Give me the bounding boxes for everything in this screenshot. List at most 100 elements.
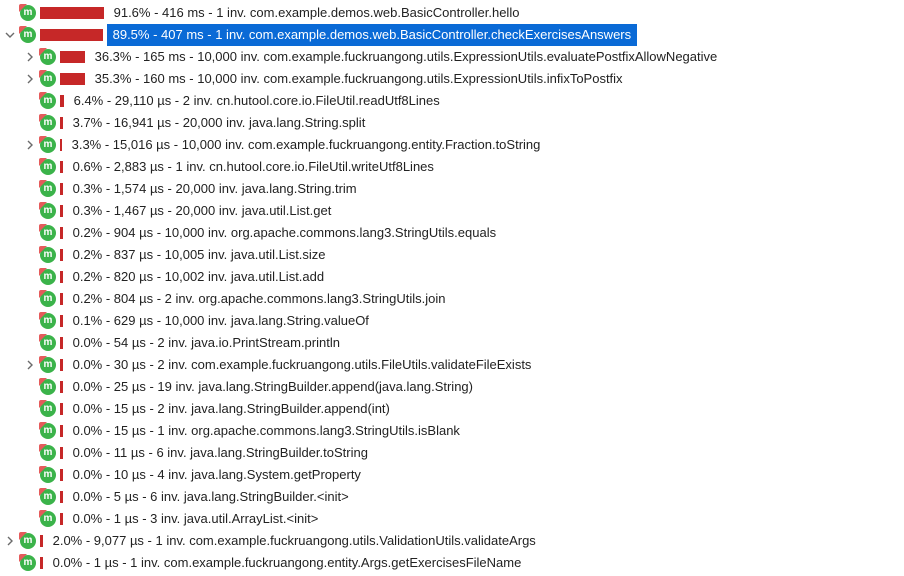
method-badge-icon: m <box>40 137 56 153</box>
time-bar <box>60 51 85 63</box>
method-badge-icon: m <box>40 357 56 373</box>
indent-spacer <box>0 442 20 464</box>
arrow-placeholder <box>20 464 40 486</box>
tree-row[interactable]: m 0.0% - 10 µs - 4 inv. java.lang.System… <box>0 464 904 486</box>
method-badge-icon: m <box>40 401 56 417</box>
time-bar <box>60 183 63 195</box>
arrow-placeholder <box>20 486 40 508</box>
tree-row[interactable]: m 0.0% - 5 µs - 6 inv. java.lang.StringB… <box>0 486 904 508</box>
indent-spacer <box>0 200 20 222</box>
arrow-placeholder <box>20 398 40 420</box>
method-badge-icon: m <box>40 291 56 307</box>
tree-row[interactable]: m 0.0% - 15 µs - 2 inv. java.lang.String… <box>0 398 904 420</box>
row-label: 0.6% - 2,883 µs - 1 inv. cn.hutool.core.… <box>67 156 440 178</box>
method-badge-icon: m <box>40 71 56 87</box>
row-label: 0.3% - 1,467 µs - 20,000 inv. java.util.… <box>67 200 337 222</box>
collapse-arrow-icon[interactable] <box>0 24 20 46</box>
method-badge-icon: m <box>40 313 56 329</box>
row-label: 0.0% - 1 µs - 1 inv. com.example.fuckrua… <box>47 552 527 574</box>
tree-row[interactable]: m 0.2% - 820 µs - 10,002 inv. java.util.… <box>0 266 904 288</box>
expand-arrow-icon[interactable] <box>20 68 40 90</box>
method-badge-icon: m <box>40 489 56 505</box>
time-bar <box>60 95 64 107</box>
arrow-placeholder <box>20 288 40 310</box>
method-badge-icon: m <box>40 335 56 351</box>
row-label: 3.7% - 16,941 µs - 20,000 inv. java.lang… <box>67 112 371 134</box>
tree-row[interactable]: m 36.3% - 165 ms - 10,000 inv. com.examp… <box>0 46 904 68</box>
time-bar <box>40 535 43 547</box>
indent-spacer <box>0 288 20 310</box>
row-label: 0.0% - 10 µs - 4 inv. java.lang.System.g… <box>67 464 367 486</box>
arrow-placeholder <box>20 178 40 200</box>
time-bar <box>60 513 63 525</box>
tree-row[interactable]: m 0.0% - 25 µs - 19 inv. java.lang.Strin… <box>0 376 904 398</box>
tree-row[interactable]: m 3.7% - 16,941 µs - 20,000 inv. java.la… <box>0 112 904 134</box>
row-label: 0.2% - 904 µs - 10,000 inv. org.apache.c… <box>67 222 502 244</box>
indent-spacer <box>0 354 20 376</box>
arrow-placeholder <box>0 2 20 24</box>
time-bar <box>60 293 63 305</box>
arrow-placeholder <box>20 156 40 178</box>
indent-spacer <box>0 376 20 398</box>
tree-row[interactable]: m 0.2% - 904 µs - 10,000 inv. org.apache… <box>0 222 904 244</box>
profiler-tree[interactable]: m 91.6% - 416 ms - 1 inv. com.example.de… <box>0 2 904 574</box>
row-label: 91.6% - 416 ms - 1 inv. com.example.demo… <box>108 2 525 24</box>
time-bar <box>60 359 63 371</box>
tree-row[interactable]: m 0.0% - 30 µs - 2 inv. com.example.fuck… <box>0 354 904 376</box>
indent-spacer <box>0 244 20 266</box>
method-badge-icon: m <box>40 423 56 439</box>
method-badge-icon: m <box>40 379 56 395</box>
tree-row[interactable]: m 0.0% - 1 µs - 1 inv. com.example.fuckr… <box>0 552 904 574</box>
time-bar <box>60 491 63 503</box>
tree-row[interactable]: m 0.6% - 2,883 µs - 1 inv. cn.hutool.cor… <box>0 156 904 178</box>
time-bar <box>60 73 85 85</box>
time-bar <box>60 447 63 459</box>
indent-spacer <box>0 90 20 112</box>
expand-arrow-icon[interactable] <box>20 134 40 156</box>
arrow-placeholder <box>20 376 40 398</box>
tree-row[interactable]: m 0.3% - 1,574 µs - 20,000 inv. java.lan… <box>0 178 904 200</box>
time-bar <box>40 7 104 19</box>
row-label: 0.0% - 11 µs - 6 inv. java.lang.StringBu… <box>67 442 374 464</box>
expand-arrow-icon[interactable] <box>20 354 40 376</box>
indent-spacer <box>0 222 20 244</box>
arrow-placeholder <box>20 332 40 354</box>
tree-row[interactable]: m 0.1% - 629 µs - 10,000 inv. java.lang.… <box>0 310 904 332</box>
method-badge-icon: m <box>20 5 36 21</box>
arrow-placeholder <box>20 442 40 464</box>
tree-row[interactable]: m 35.3% - 160 ms - 10,000 inv. com.examp… <box>0 68 904 90</box>
tree-row[interactable]: m 0.0% - 1 µs - 3 inv. java.util.ArrayLi… <box>0 508 904 530</box>
row-label: 0.0% - 25 µs - 19 inv. java.lang.StringB… <box>67 376 479 398</box>
tree-row[interactable]: m 0.2% - 804 µs - 2 inv. org.apache.comm… <box>0 288 904 310</box>
tree-row[interactable]: m 3.3% - 15,016 µs - 10,000 inv. com.exa… <box>0 134 904 156</box>
arrow-placeholder <box>20 222 40 244</box>
time-bar <box>40 557 43 569</box>
time-bar <box>60 249 63 261</box>
method-badge-icon: m <box>40 93 56 109</box>
tree-row[interactable]: m 0.0% - 54 µs - 2 inv. java.io.PrintStr… <box>0 332 904 354</box>
method-badge-icon: m <box>40 203 56 219</box>
expand-arrow-icon[interactable] <box>20 46 40 68</box>
indent-spacer <box>0 178 20 200</box>
tree-row[interactable]: m 6.4% - 29,110 µs - 2 inv. cn.hutool.co… <box>0 90 904 112</box>
row-label: 0.2% - 804 µs - 2 inv. org.apache.common… <box>67 288 451 310</box>
indent-spacer <box>0 156 20 178</box>
expand-arrow-icon[interactable] <box>0 530 20 552</box>
time-bar <box>60 315 63 327</box>
tree-row[interactable]: m 2.0% - 9,077 µs - 1 inv. com.example.f… <box>0 530 904 552</box>
indent-spacer <box>0 486 20 508</box>
tree-row[interactable]: m 91.6% - 416 ms - 1 inv. com.example.de… <box>0 2 904 24</box>
time-bar <box>60 205 63 217</box>
indent-spacer <box>0 332 20 354</box>
tree-row[interactable]: m 89.5% - 407 ms - 1 inv. com.example.de… <box>0 24 904 46</box>
time-bar <box>60 469 63 481</box>
tree-row[interactable]: m 0.0% - 15 µs - 1 inv. org.apache.commo… <box>0 420 904 442</box>
tree-row[interactable]: m 0.3% - 1,467 µs - 20,000 inv. java.uti… <box>0 200 904 222</box>
indent-spacer <box>0 398 20 420</box>
method-badge-icon: m <box>20 27 36 43</box>
arrow-placeholder <box>20 266 40 288</box>
tree-row[interactable]: m 0.0% - 11 µs - 6 inv. java.lang.String… <box>0 442 904 464</box>
tree-row[interactable]: m 0.2% - 837 µs - 10,005 inv. java.util.… <box>0 244 904 266</box>
row-label: 0.1% - 629 µs - 10,000 inv. java.lang.St… <box>67 310 375 332</box>
method-badge-icon: m <box>40 467 56 483</box>
